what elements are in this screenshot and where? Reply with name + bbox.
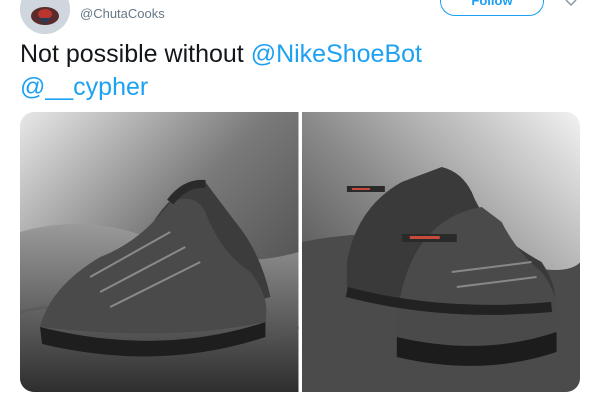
tweet-media [20, 112, 580, 392]
sneaker-photo-front[interactable] [20, 112, 299, 392]
sneaker-photo-back[interactable] [301, 112, 580, 392]
tweet-text: Not possible without @NikeShoeBot @__cyp… [20, 38, 560, 104]
avatar[interactable] [20, 0, 70, 34]
mention-link-nikeshoebot[interactable]: @NikeShoeBot [251, 40, 422, 68]
mention-link-cypher[interactable]: @__cypher [20, 73, 148, 101]
user-handle[interactable]: @ChutaCooks [80, 6, 165, 21]
follow-button[interactable]: Follow [440, 0, 544, 16]
tweet-text-plain: Not possible without [20, 40, 251, 68]
chevron-down-icon[interactable] [564, 0, 578, 10]
